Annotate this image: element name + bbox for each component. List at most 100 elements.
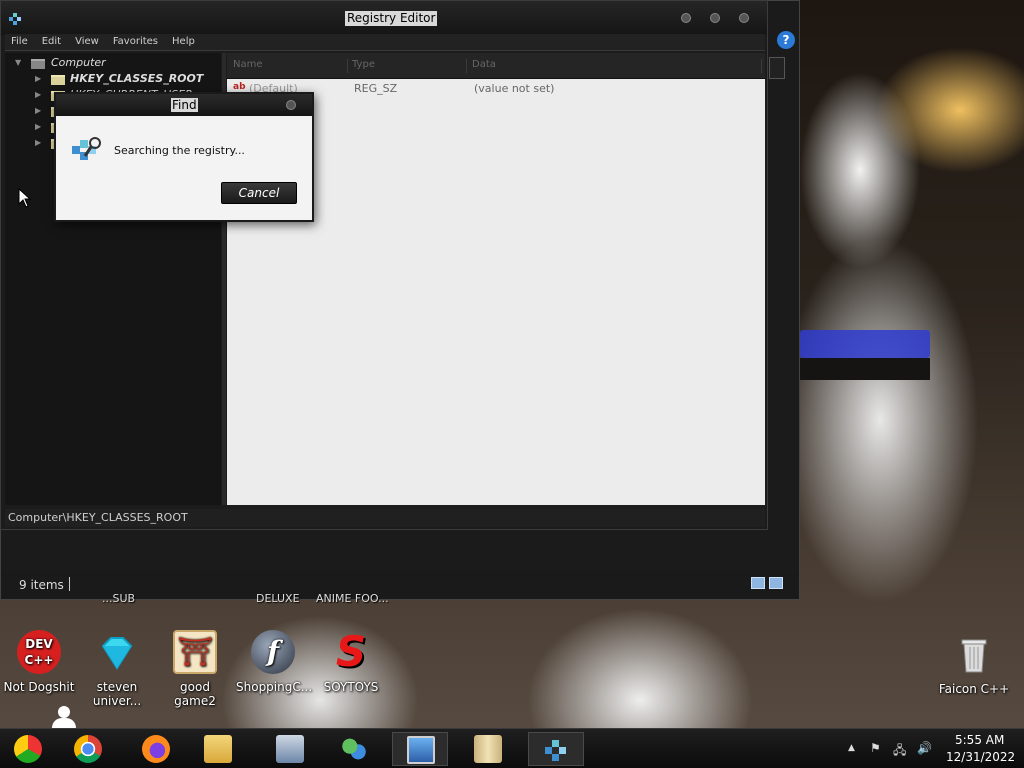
desktop-icon-label-partial: DELUXE — [256, 592, 300, 605]
title-bar[interactable]: Registry Editor — [1, 1, 767, 35]
desktop-icon-soytoys[interactable]: S SOYTOYS — [314, 627, 388, 695]
window-title: Registry Editor — [345, 11, 438, 26]
menu-help[interactable]: Help — [166, 34, 195, 47]
expand-arrow-icon[interactable]: ▶ — [35, 122, 41, 131]
collapse-arrow-icon[interactable]: ▼ — [15, 58, 21, 67]
taskbar-button-notes[interactable] — [460, 732, 516, 766]
tree-item-computer[interactable]: ▼ Computer — [5, 56, 215, 71]
taskbar-button-chrome-alt[interactable] — [0, 732, 56, 766]
taskbar-button-photo-viewer[interactable] — [392, 732, 448, 766]
expand-arrow-icon[interactable]: ▶ — [35, 74, 41, 83]
maximize-button[interactable] — [710, 13, 720, 23]
value-data: (value not set) — [474, 82, 555, 95]
desktop-icon-label: ShoppingC... — [236, 680, 313, 694]
large-icons-view-icon[interactable] — [769, 577, 783, 589]
badge-line: C++ — [24, 653, 54, 667]
close-button[interactable] — [286, 100, 296, 110]
taskbar: ▲ ⚑ 🖧 🔊 5:55 AM 12/31/2022 — [0, 728, 1024, 768]
find-dialog: Find Searching the registry... Cancel — [54, 92, 314, 222]
network-icon[interactable]: 🖧 — [893, 741, 906, 762]
flash-player-icon: f — [251, 630, 295, 674]
cancel-button[interactable]: Cancel — [221, 182, 297, 204]
action-center-flag-icon[interactable]: ⚑ — [870, 741, 881, 755]
desktop-icon-steven-universe[interactable]: steven univer... — [80, 630, 154, 708]
desktop-icon-good-game2[interactable]: ⛩ good game2 — [158, 630, 232, 708]
menu-edit[interactable]: Edit — [36, 34, 61, 47]
user-avatar-icon — [50, 706, 78, 728]
diamond-icon — [101, 637, 133, 670]
find-title: Find — [171, 98, 198, 112]
firefox-icon — [142, 735, 170, 763]
desktop-icon-label: Not Dogshit — [3, 680, 75, 694]
registry-editor-window: Registry Editor File Edit View Favorites Hel… — [0, 0, 768, 530]
value-type: REG_SZ — [354, 82, 398, 95]
expand-arrow-icon[interactable]: ▶ — [35, 90, 41, 99]
column-type[interactable]: Type — [352, 59, 467, 73]
menu-file[interactable]: File — [5, 34, 28, 47]
view-switcher — [751, 577, 791, 591]
search-status-text: Searching the registry... — [114, 144, 245, 157]
status-path: Computer\HKEY_CLASSES_ROOT — [8, 511, 188, 524]
registry-editor-icon — [545, 740, 566, 761]
registry-search-icon — [72, 137, 101, 160]
close-button[interactable] — [739, 13, 749, 23]
desktop-icon-label-partial: ...SUB — [102, 592, 136, 605]
mouse-cursor-icon — [18, 188, 32, 208]
taskbar-button-registry-editor[interactable] — [528, 732, 584, 766]
explorer-scroll-handle[interactable] — [769, 57, 785, 79]
registry-editor-icon — [9, 13, 21, 25]
clock-time[interactable]: 5:55 AM — [955, 733, 1004, 747]
status-bar: Computer\HKEY_CLASSES_ROOT — [5, 509, 765, 527]
desktop-icon-recycle-bin[interactable]: Faicon C++ — [937, 632, 1011, 696]
item-count: 9 items — [19, 578, 64, 592]
desktop-icon-label-partial: ANIME FOO... — [316, 592, 389, 605]
minimize-button[interactable] — [681, 13, 691, 23]
find-body: Searching the registry... Cancel — [56, 116, 312, 220]
details-view-icon[interactable] — [751, 577, 765, 589]
taskbar-button-chrome[interactable] — [60, 732, 116, 766]
tree-item-hkcr[interactable]: ▶ HKEY_CLASSES_ROOT — [5, 72, 215, 87]
computer-icon — [31, 59, 45, 69]
desktop-icon-label: good game2 — [174, 680, 216, 708]
file-explorer-icon — [204, 735, 232, 763]
taskbar-button-firefox[interactable] — [128, 732, 184, 766]
column-header: Name Type Data — [227, 53, 765, 79]
menu-favorites[interactable]: Favorites — [107, 34, 158, 47]
recycle-bin-icon — [961, 639, 987, 673]
menu-view[interactable]: View — [69, 34, 99, 47]
desktop-icon-label: Faicon C++ — [938, 682, 1010, 696]
find-title-bar[interactable]: Find — [56, 94, 312, 116]
desktop-icon-shopping[interactable]: f ShoppingC... — [236, 630, 313, 694]
taskbar-button-network[interactable] — [326, 732, 382, 766]
folder-icon — [51, 75, 65, 85]
taskbar-button-file-explorer[interactable] — [190, 732, 246, 766]
chrome-icon — [74, 735, 102, 763]
wallpaper-detail — [800, 330, 930, 358]
menu-bar: File Edit View Favorites Help — [5, 34, 765, 51]
wallpaper-detail-dark — [800, 358, 930, 380]
tree-label: HKEY_CLASSES_ROOT — [70, 72, 204, 85]
desktop-icon-label: SOYTOYS — [323, 680, 379, 694]
photo-viewer-icon — [407, 736, 435, 764]
column-name[interactable]: Name — [233, 59, 348, 73]
torii-gate-icon: ⛩ — [173, 630, 217, 674]
clock-date[interactable]: 12/31/2022 — [946, 750, 1015, 764]
tree-label: Computer — [51, 56, 106, 69]
scroll-notes-icon — [474, 735, 502, 763]
expand-arrow-icon[interactable]: ▶ — [35, 138, 41, 147]
badge-line: DEV — [25, 637, 53, 651]
tray-overflow-icon[interactable]: ▲ — [848, 743, 855, 753]
help-icon[interactable]: ? — [777, 31, 795, 49]
dev-cpp-icon: DEV C++ — [17, 630, 61, 674]
network-people-icon — [340, 735, 368, 763]
desktop-icon-label: steven univer... — [92, 680, 142, 708]
expand-arrow-icon[interactable]: ▶ — [35, 106, 41, 115]
desktop-icon-not-dogshit[interactable]: DEV C++ Not Dogshit — [2, 630, 76, 694]
keyboard-computer-icon — [276, 735, 304, 763]
volume-icon[interactable]: 🔊 — [917, 741, 932, 755]
chrome-alt-icon — [14, 735, 42, 763]
column-data[interactable]: Data — [472, 59, 762, 73]
s-logo-icon: S — [335, 627, 367, 676]
status-separator — [69, 577, 70, 591]
taskbar-button-keyboard[interactable] — [262, 732, 318, 766]
